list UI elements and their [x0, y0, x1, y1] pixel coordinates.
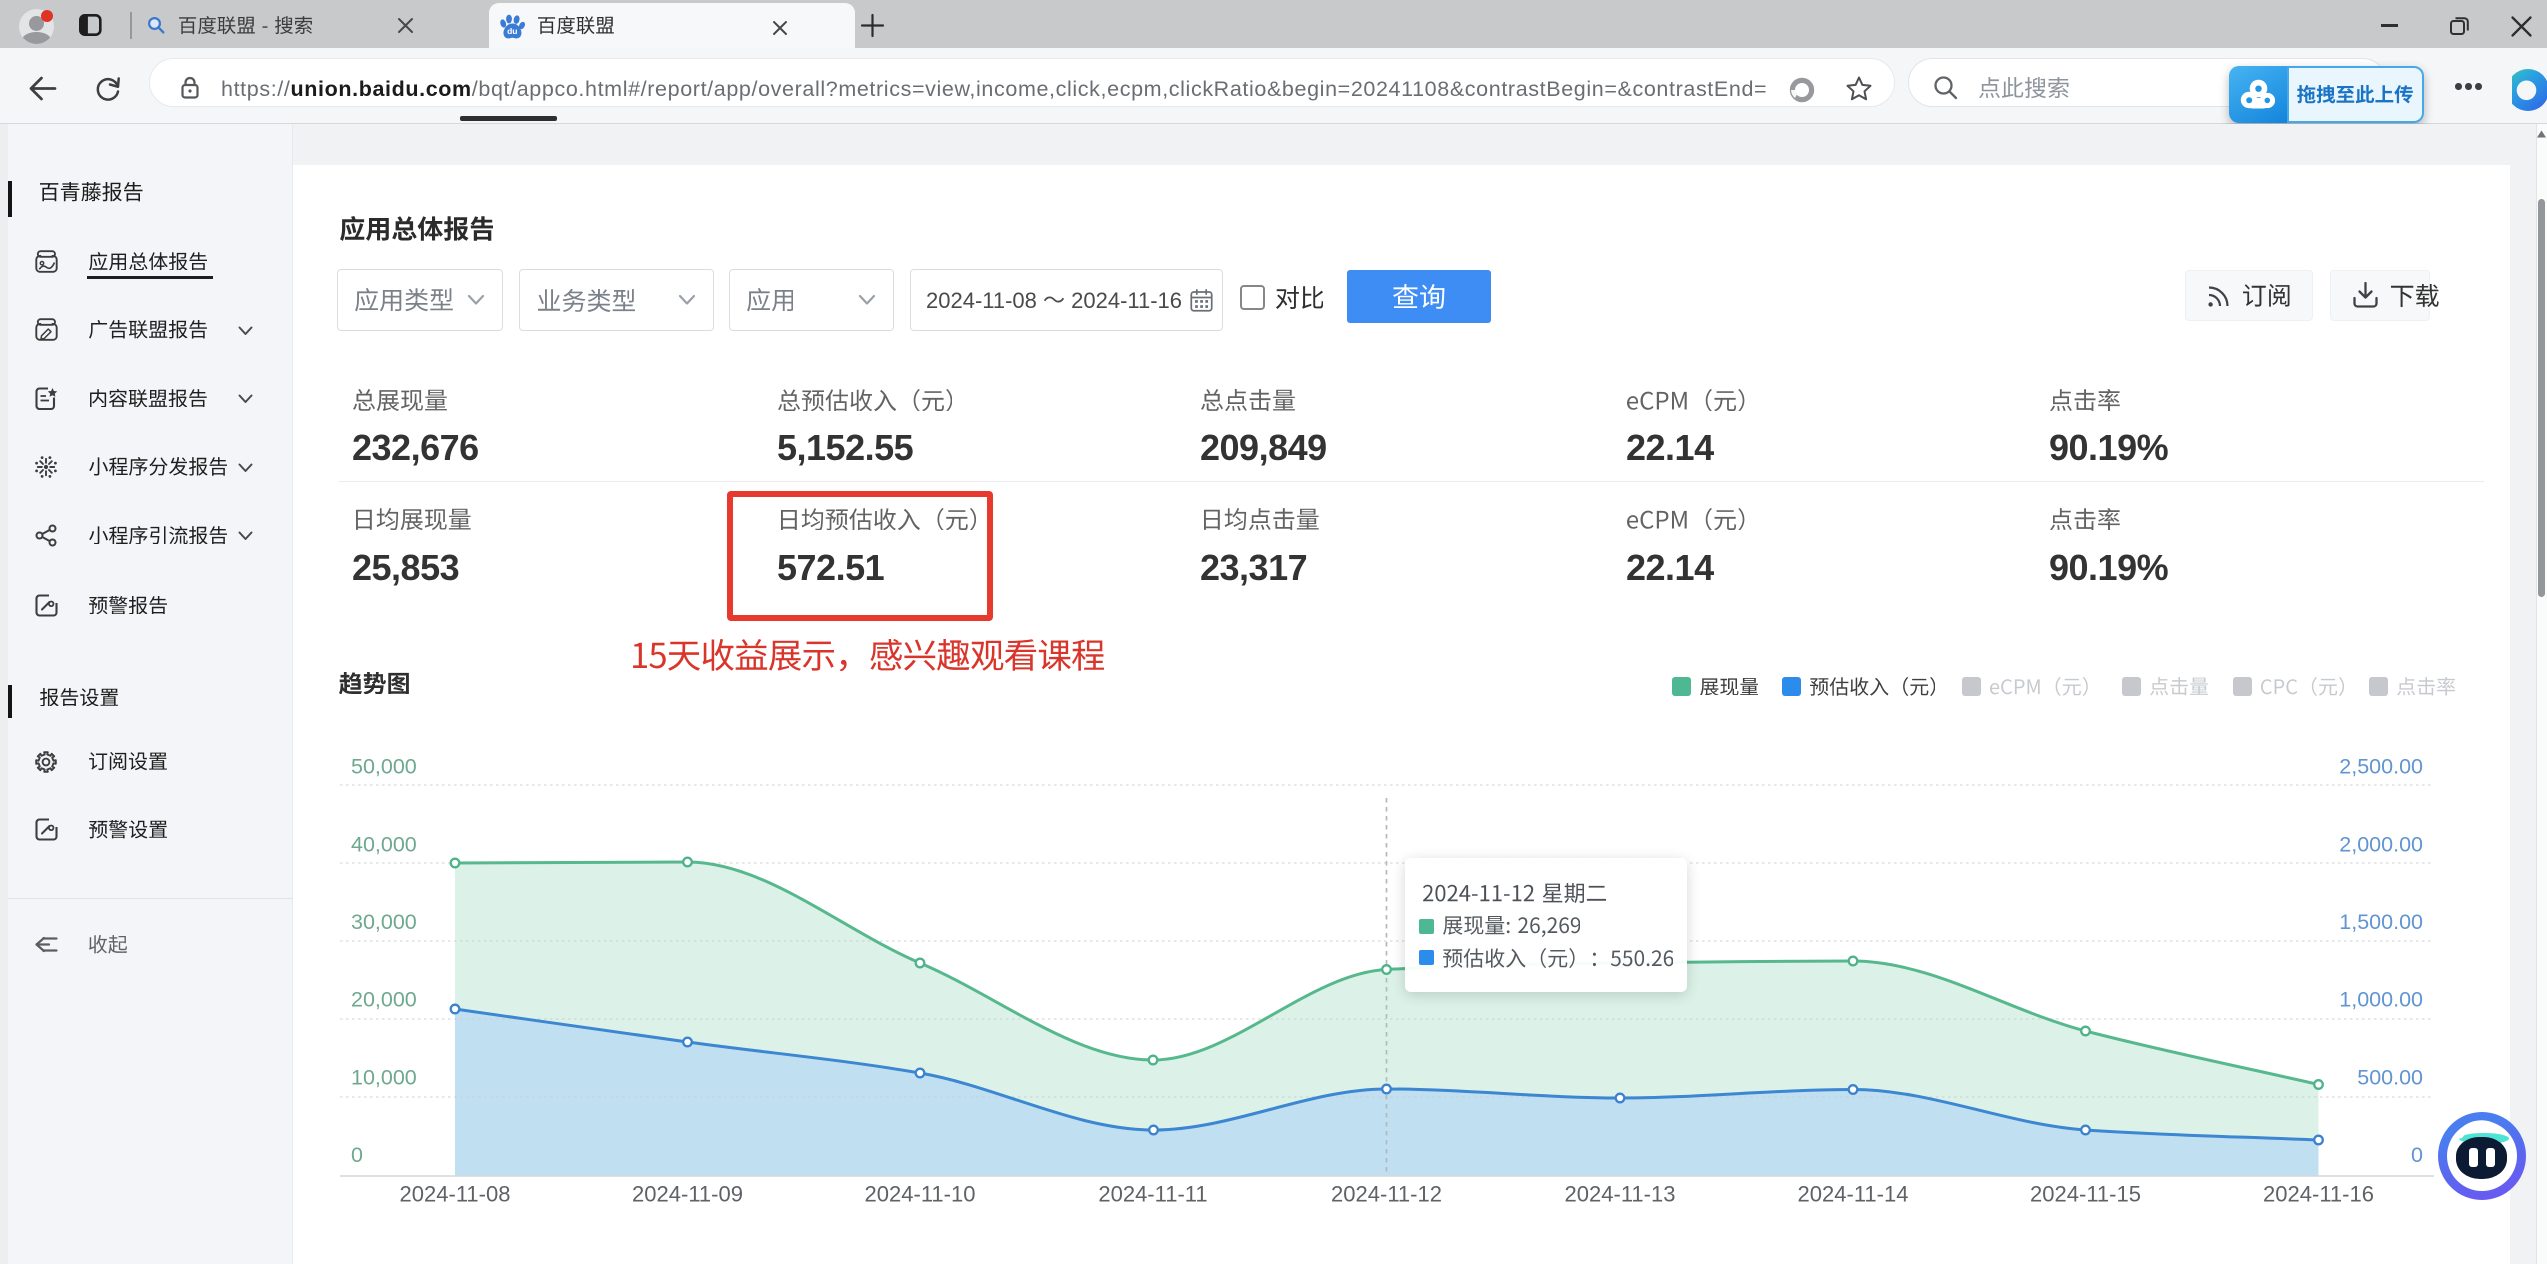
svg-text:50,000: 50,000 — [351, 755, 417, 779]
svg-text:2024-11-10: 2024-11-10 — [865, 1182, 976, 1207]
svg-text:2,000.00: 2,000.00 — [2339, 833, 2423, 857]
svg-text:10,000: 10,000 — [351, 1066, 417, 1090]
svg-text:2024-11-16: 2024-11-16 — [2263, 1182, 2374, 1207]
svg-text:40,000: 40,000 — [351, 833, 417, 857]
svg-text:2024-11-11: 2024-11-11 — [1098, 1182, 1207, 1207]
svg-text:500.00: 500.00 — [2357, 1066, 2423, 1090]
svg-text:0: 0 — [2411, 1143, 2423, 1167]
svg-text:2024-11-09: 2024-11-09 — [632, 1182, 743, 1207]
svg-text:2024-11-15: 2024-11-15 — [2030, 1182, 2141, 1207]
svg-text:du: du — [507, 26, 517, 36]
svg-text:2024-11-12: 2024-11-12 — [1331, 1182, 1442, 1207]
svg-text:0: 0 — [351, 1143, 363, 1167]
svg-text:20,000: 20,000 — [351, 988, 417, 1012]
svg-text:30,000: 30,000 — [351, 910, 417, 934]
svg-text:1,000.00: 1,000.00 — [2339, 988, 2423, 1012]
svg-text:2024-11-14: 2024-11-14 — [1798, 1182, 1909, 1207]
svg-text:2024-11-08: 2024-11-08 — [400, 1182, 511, 1207]
svg-text:1,500.00: 1,500.00 — [2339, 910, 2423, 934]
svg-text:2024-11-13: 2024-11-13 — [1565, 1182, 1676, 1207]
svg-text:2,500.00: 2,500.00 — [2339, 755, 2423, 779]
